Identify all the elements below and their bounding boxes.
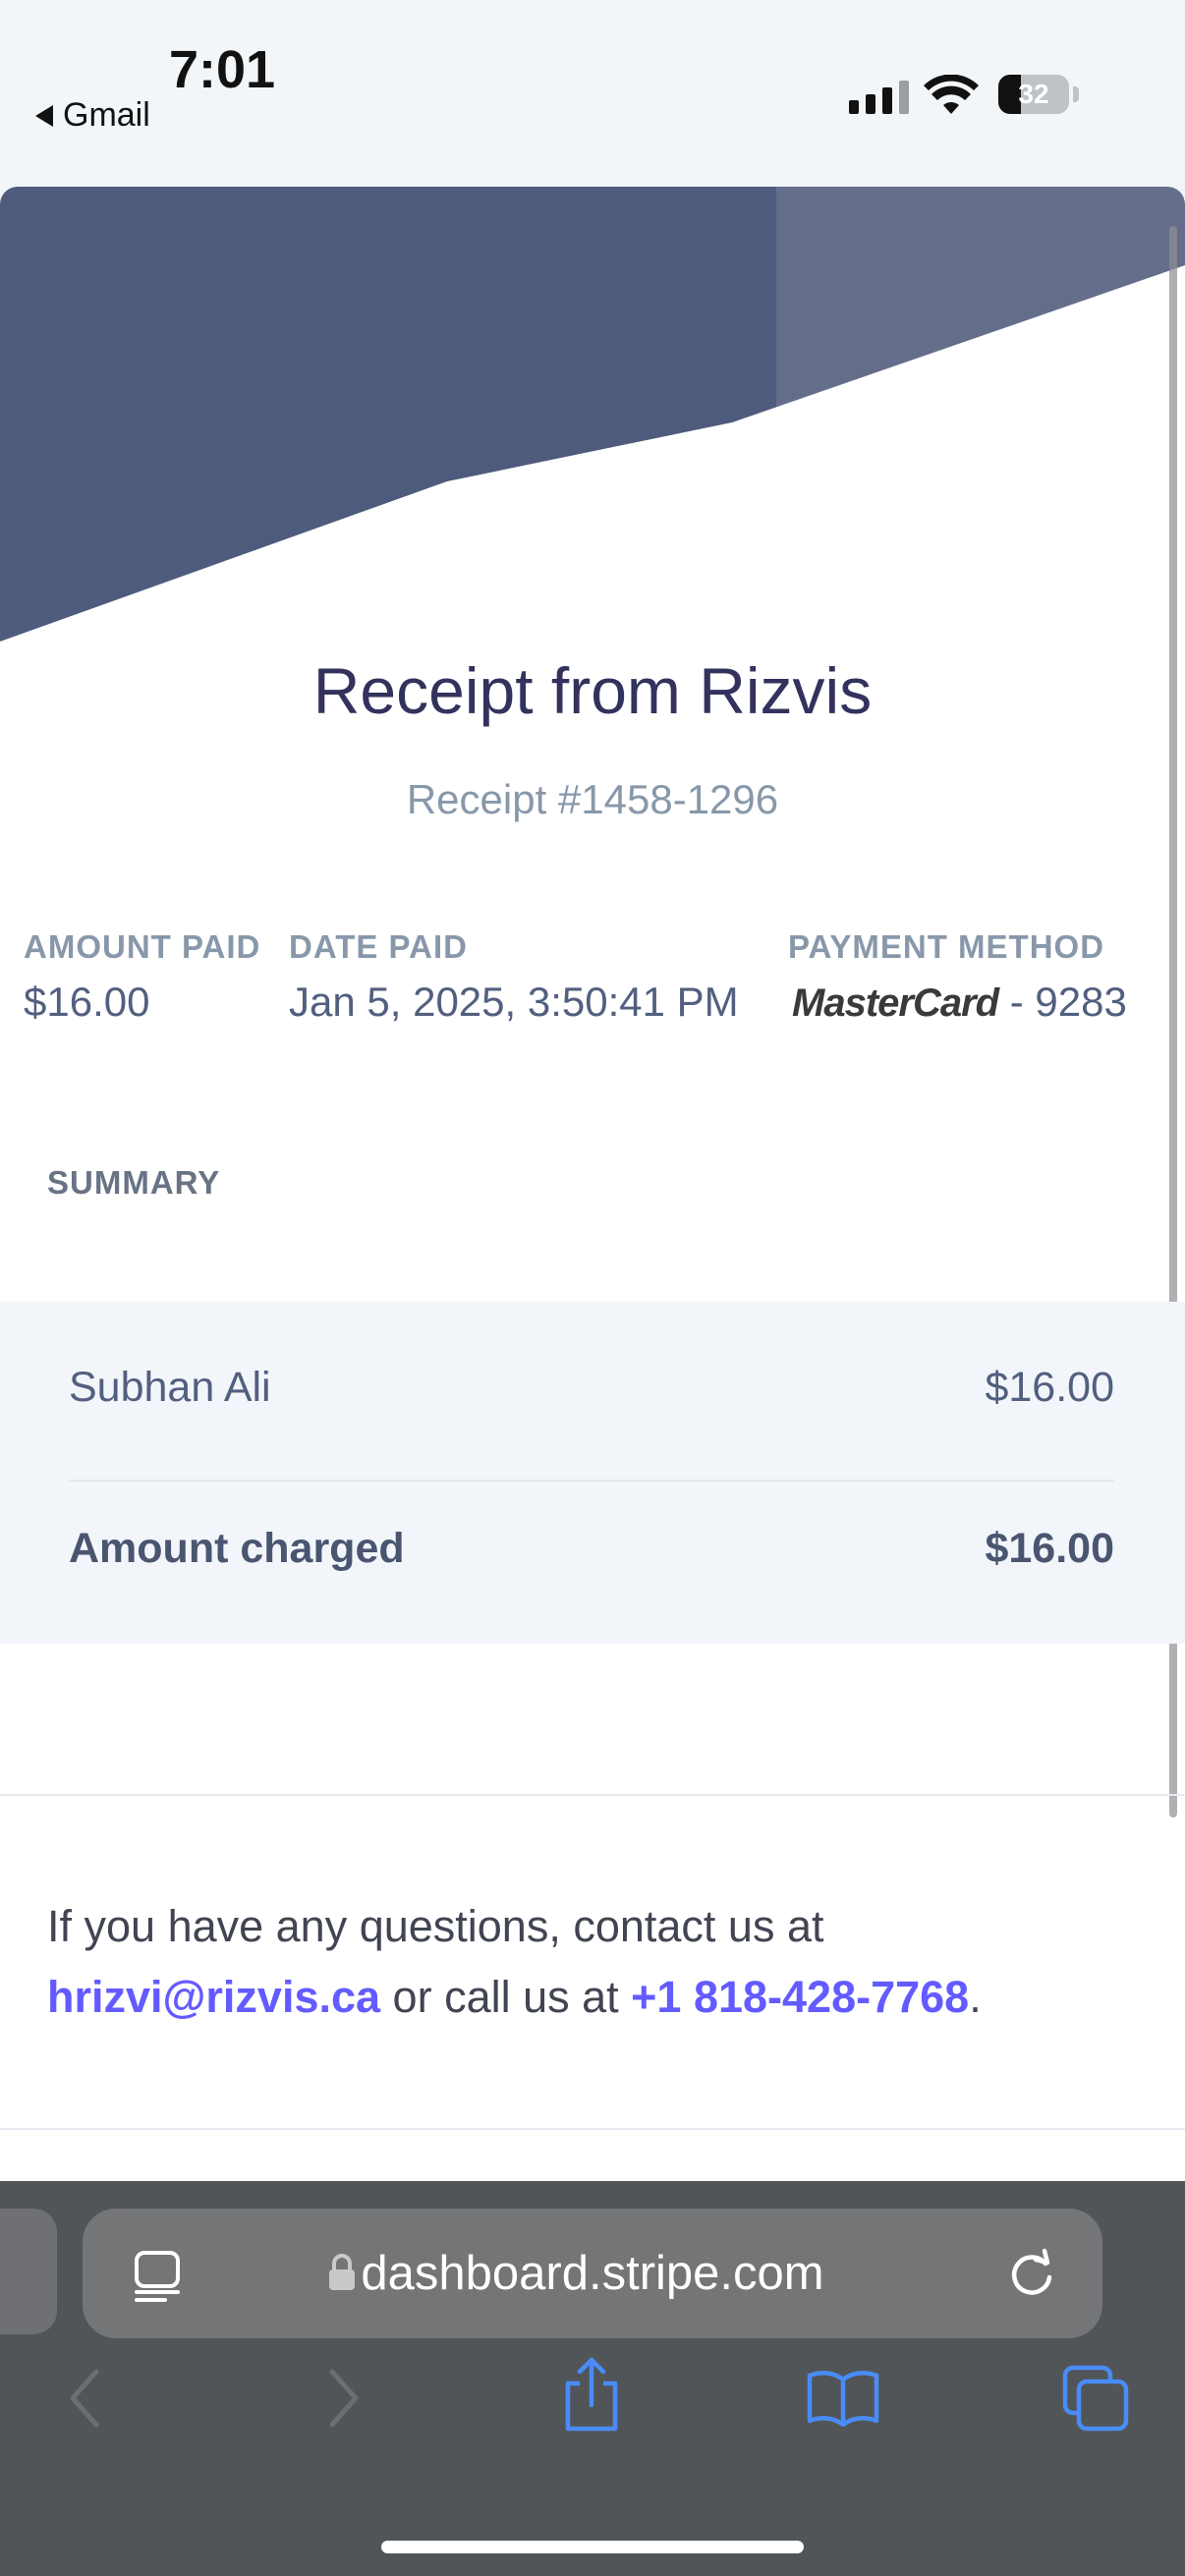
divider — [0, 1794, 1185, 1796]
url-text: dashboard.stripe.com — [361, 2247, 824, 2300]
summary-heading: SUMMARY — [47, 1164, 221, 1201]
address-bar[interactable]: dashboard.stripe.com — [83, 2209, 1102, 2338]
header-band — [0, 187, 1185, 642]
wifi-icon — [924, 75, 979, 114]
amount-paid-value: $16.00 — [24, 979, 150, 1025]
back-to-app-button[interactable]: Gmail — [35, 96, 150, 135]
receipt-page: Receipt from Rizvis Receipt #1458-1296 A… — [0, 187, 1185, 2181]
line-item-amount: $16.00 — [985, 1364, 1114, 1411]
cellular-signal-icon — [849, 81, 909, 114]
amount-charged-value: $16.00 — [985, 1525, 1114, 1572]
summary-box — [0, 1302, 1185, 1644]
reload-icon[interactable] — [1006, 2248, 1057, 2299]
contact-intro: If you have any questions, contact us at — [47, 1901, 824, 1951]
contact-email-link[interactable]: hrizvi@rizvis.ca — [47, 1972, 380, 2022]
back-app-label: Gmail — [63, 96, 150, 134]
status-bar: 7:01 Gmail 32 — [0, 0, 1185, 187]
home-indicator[interactable] — [381, 2541, 804, 2553]
contact-end: . — [969, 1972, 982, 2022]
summary-divider — [69, 1480, 1114, 1482]
lock-icon — [329, 2254, 355, 2290]
date-paid-value: Jan 5, 2025, 3:50:41 PM — [289, 979, 739, 1025]
battery-percent: 32 — [1018, 79, 1049, 109]
receipt-title: Receipt from Rizvis — [312, 654, 873, 727]
contact-text: If you have any questions, contact us at… — [47, 1891, 1148, 2033]
reader-mode-icon[interactable] — [134, 2250, 181, 2303]
contact-phone-link[interactable]: +1 818-428-7768 — [631, 1972, 969, 2022]
contact-middle: or call us at — [380, 1972, 632, 2022]
card-last4: - 9283 — [1009, 979, 1127, 1025]
forward-icon[interactable] — [324, 2364, 364, 2433]
divider — [0, 2128, 1185, 2130]
receipt-number: Receipt #1458-1296 — [406, 776, 779, 822]
battery-icon: 32 — [998, 75, 1069, 114]
date-paid-label: DATE PAID — [289, 928, 468, 965]
mastercard-logo: MasterCard — [792, 981, 999, 1025]
back-icon[interactable] — [65, 2364, 104, 2433]
status-time: 7:01 — [169, 40, 276, 99]
bookmarks-icon[interactable] — [806, 2368, 880, 2427]
previous-tab-peek[interactable] — [0, 2209, 57, 2334]
amount-charged-label: Amount charged — [69, 1525, 405, 1572]
payment-method-label: PAYMENT METHOD — [788, 928, 1105, 965]
share-icon[interactable] — [560, 2356, 623, 2435]
battery-nub — [1073, 86, 1079, 102]
payment-method-value: MasterCard - 9283 — [792, 979, 1127, 1026]
line-item-name: Subhan Ali — [69, 1364, 271, 1411]
back-triangle-icon — [35, 104, 53, 127]
browser-toolbar: dashboard.stripe.com — [0, 2181, 1185, 2576]
amount-paid-label: AMOUNT PAID — [24, 928, 261, 965]
tabs-icon[interactable] — [1061, 2364, 1130, 2433]
